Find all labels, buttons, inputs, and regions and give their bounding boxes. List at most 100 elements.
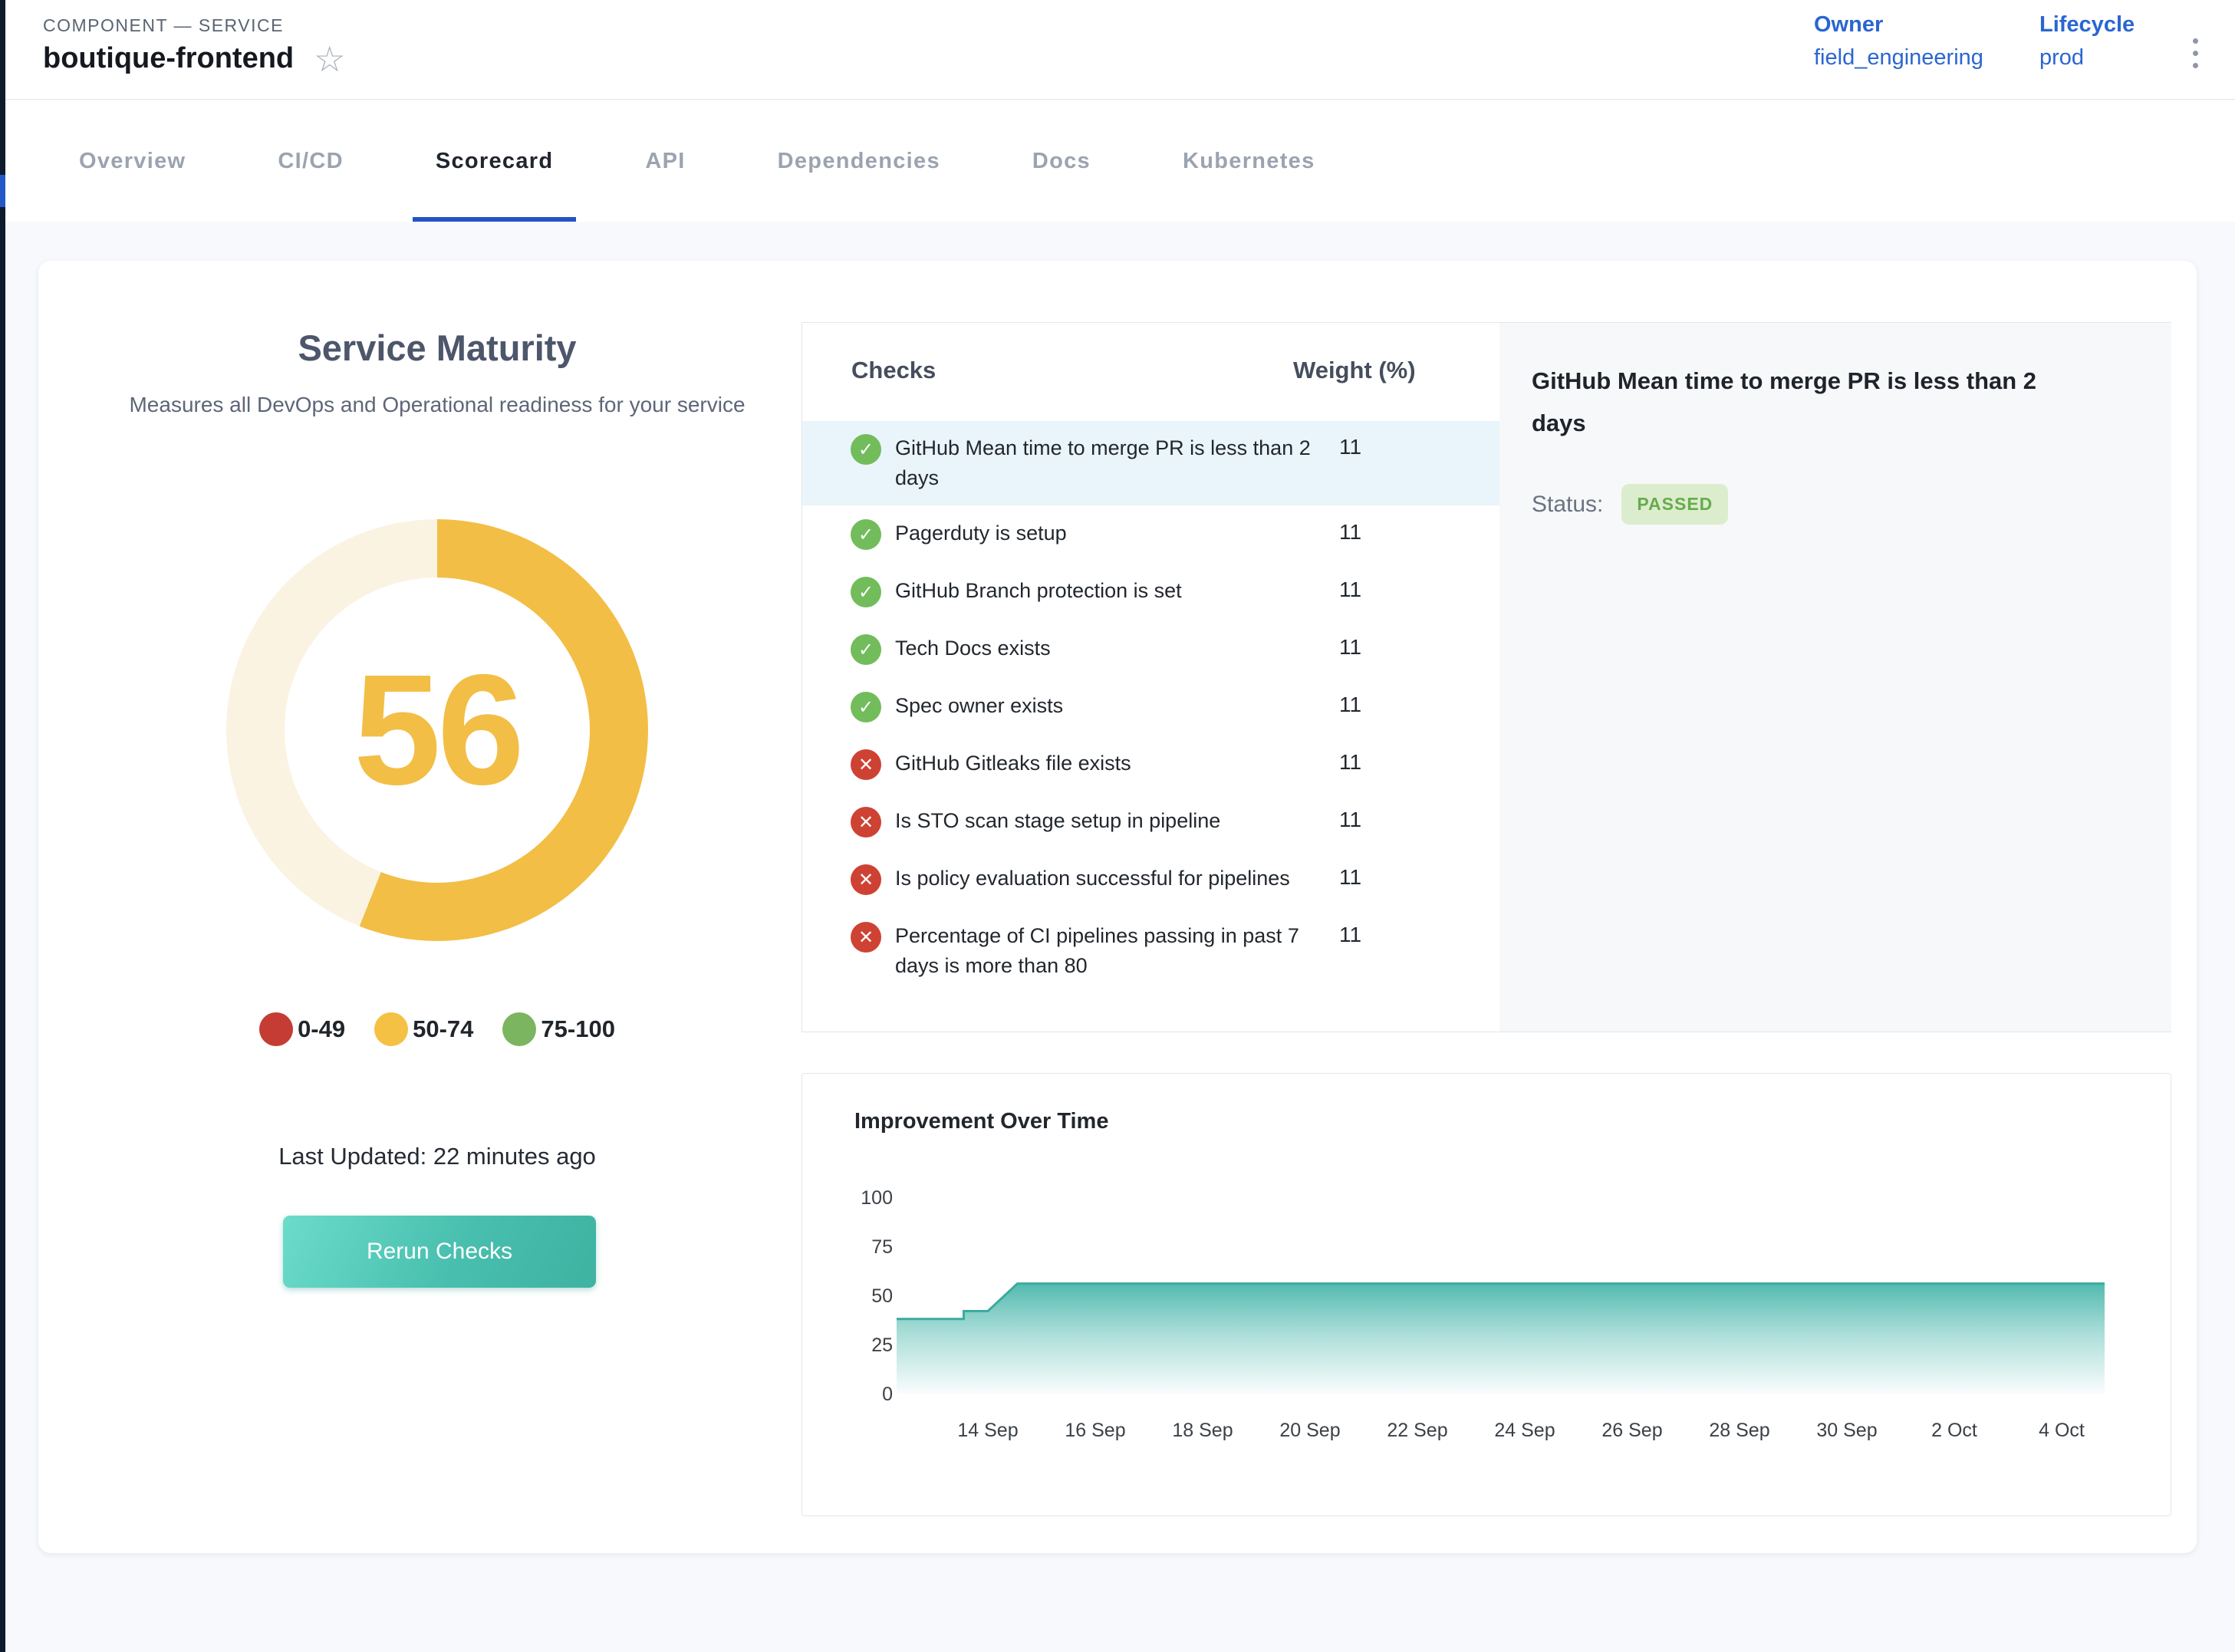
x-axis-tick: 24 Sep (1494, 1420, 1555, 1441)
check-weight: 11 (1339, 635, 1361, 660)
maturity-gauge: 56 (226, 519, 648, 941)
check-pass-icon: ✓ (851, 692, 881, 722)
tab-kubernetes[interactable]: Kubernetes (1160, 100, 1338, 222)
x-axis-tick: 30 Sep (1816, 1420, 1877, 1441)
scorecard-page: COMPONENT — SERVICE boutique-frontend ☆ … (0, 0, 2235, 1652)
side-nav-active-indicator (0, 175, 5, 207)
check-row[interactable]: ✕ Percentage of CI pipelines passing in p… (802, 908, 1499, 994)
chart-title: Improvement Over Time (854, 1109, 1108, 1134)
x-axis-tick: 16 Sep (1065, 1420, 1125, 1441)
legend-dot (259, 1012, 293, 1046)
x-axis-tick: 20 Sep (1279, 1420, 1340, 1441)
check-pass-icon: ✓ (851, 634, 881, 665)
check-detail-panel: GitHub Mean time to merge PR is less tha… (1499, 323, 2171, 1032)
check-detail-status-row: Status: PASSED (1532, 484, 2125, 525)
y-axis-tick: 100 (861, 1187, 893, 1209)
x-axis-tick: 18 Sep (1172, 1420, 1233, 1441)
tab-dependencies[interactable]: Dependencies (755, 100, 963, 222)
weight-column-header: Weight (%) (1293, 357, 1416, 384)
page-title: boutique-frontend (43, 42, 294, 75)
favorite-star-icon[interactable]: ☆ (314, 40, 345, 77)
check-weight: 11 (1339, 923, 1361, 947)
legend-item: 75-100 (502, 1012, 615, 1046)
checks-panel: Checks Weight (%) ✓GitHub Mean time to m… (802, 322, 2171, 1032)
legend-label: 50-74 (413, 1015, 473, 1043)
tab-overview[interactable]: Overview (56, 100, 209, 222)
x-axis-tick: 14 Sep (957, 1420, 1018, 1441)
check-pass-icon: ✓ (851, 577, 881, 607)
legend-dot (502, 1012, 536, 1046)
improvement-chart-svg: 100 75 50 25 0 14 Sep 16 Sep 18 Sep 20 Sep 22 Sep… (802, 1074, 2171, 1515)
check-label: GitHub Gitleaks file exists (895, 749, 1336, 778)
status-badge: PASSED (1621, 484, 1728, 525)
tab-docs[interactable]: Docs (1009, 100, 1114, 222)
scorecard-name: Service Maturity (38, 327, 836, 369)
y-axis-tick: 50 (871, 1285, 893, 1307)
y-axis-tick: 0 (882, 1384, 893, 1405)
check-detail-title: GitHub Mean time to merge PR is less tha… (1532, 360, 2076, 444)
check-row[interactable]: ✓ Spec owner exists11 (802, 678, 1499, 736)
side-nav-rail (0, 0, 5, 1652)
lifecycle-value: prod (2039, 45, 2135, 71)
owner-meta: Owner field_engineering (1814, 12, 1983, 71)
check-fail-icon: ✕ (851, 749, 881, 780)
check-weight: 11 (1339, 435, 1361, 459)
check-fail-icon: ✕ (851, 807, 881, 838)
check-label: Percentage of CI pipelines passing in pa… (895, 921, 1336, 981)
rerun-checks-button[interactable]: Rerun Checks (283, 1216, 596, 1288)
x-axis-tick: 28 Sep (1709, 1420, 1769, 1441)
x-axis-tick: 26 Sep (1601, 1420, 1662, 1441)
check-weight: 11 (1339, 750, 1361, 775)
more-options-kebab-icon[interactable] (2188, 34, 2203, 73)
scorecard-card: Service Maturity Measures all DevOps and… (38, 261, 2197, 1553)
maturity-score: 56 (226, 519, 648, 941)
check-label: Pagerduty is setup (895, 518, 1336, 548)
check-label: Tech Docs exists (895, 633, 1336, 663)
checks-column-header: Checks (851, 357, 936, 384)
check-label: Is policy evaluation successful for pipe… (895, 864, 1336, 893)
check-weight: 11 (1339, 693, 1361, 717)
y-axis-tick: 75 (871, 1236, 893, 1258)
check-row[interactable]: ✕ Is STO scan stage setup in pipeline11 (802, 793, 1499, 851)
check-row[interactable]: ✓GitHub Mean time to merge PR is less th… (802, 421, 1499, 505)
check-row[interactable]: ✓ Tech Docs exists11 (802, 620, 1499, 678)
x-axis-tick: 4 Oct (2039, 1420, 2085, 1441)
check-weight: 11 (1339, 865, 1361, 890)
tab-scorecard[interactable]: Scorecard (413, 100, 577, 222)
legend-item: 0-49 (259, 1012, 345, 1046)
area-series-fill (897, 1284, 2105, 1394)
check-row[interactable]: ✓GitHub Branch protection is set11 (802, 563, 1499, 620)
y-axis-tick: 25 (871, 1334, 893, 1356)
check-fail-icon: ✕ (851, 922, 881, 953)
check-row[interactable]: ✕ GitHub Gitleaks file exists11 (802, 736, 1499, 793)
tab-ci-cd[interactable]: CI/CD (255, 100, 366, 222)
check-fail-icon: ✕ (851, 864, 881, 895)
check-label: Is STO scan stage setup in pipeline (895, 806, 1336, 836)
tab-bar: Overview CI/CD Scorecard API Dependencies Doc… (5, 100, 2235, 222)
check-pass-icon: ✓ (851, 434, 881, 465)
owner-label: Owner (1814, 12, 1983, 38)
breadcrumb: COMPONENT — SERVICE (43, 15, 284, 36)
scorecard-description: Measures all DevOps and Operational read… (107, 388, 767, 421)
x-axis-tick: 22 Sep (1387, 1420, 1447, 1441)
check-row[interactable]: ✓ Pagerduty is setup11 (802, 505, 1499, 563)
check-weight: 11 (1339, 578, 1361, 602)
legend-label: 75-100 (541, 1015, 615, 1043)
x-axis-tick: 2 Oct (1931, 1420, 1977, 1441)
check-weight: 11 (1339, 808, 1361, 832)
check-label: Spec owner exists (895, 691, 1336, 721)
status-label: Status: (1532, 492, 1603, 518)
lifecycle-label: Lifecycle (2039, 12, 2135, 38)
tab-api[interactable]: API (622, 100, 708, 222)
legend-label: 0-49 (298, 1015, 345, 1043)
improvement-chart-panel: Improvement Over Time 100 75 50 25 0 14 Sep 16… (802, 1073, 2171, 1516)
check-weight: 11 (1339, 520, 1361, 545)
lifecycle-meta: Lifecycle prod (2039, 12, 2135, 71)
check-pass-icon: ✓ (851, 519, 881, 550)
score-legend: 0-49 50-74 75-100 (38, 1012, 836, 1046)
legend-item: 50-74 (374, 1012, 473, 1046)
owner-value-link[interactable]: field_engineering (1814, 45, 1983, 71)
title-row: boutique-frontend ☆ (43, 40, 345, 77)
check-row[interactable]: ✕ Is policy evaluation successful for pip… (802, 851, 1499, 908)
legend-dot (374, 1012, 408, 1046)
